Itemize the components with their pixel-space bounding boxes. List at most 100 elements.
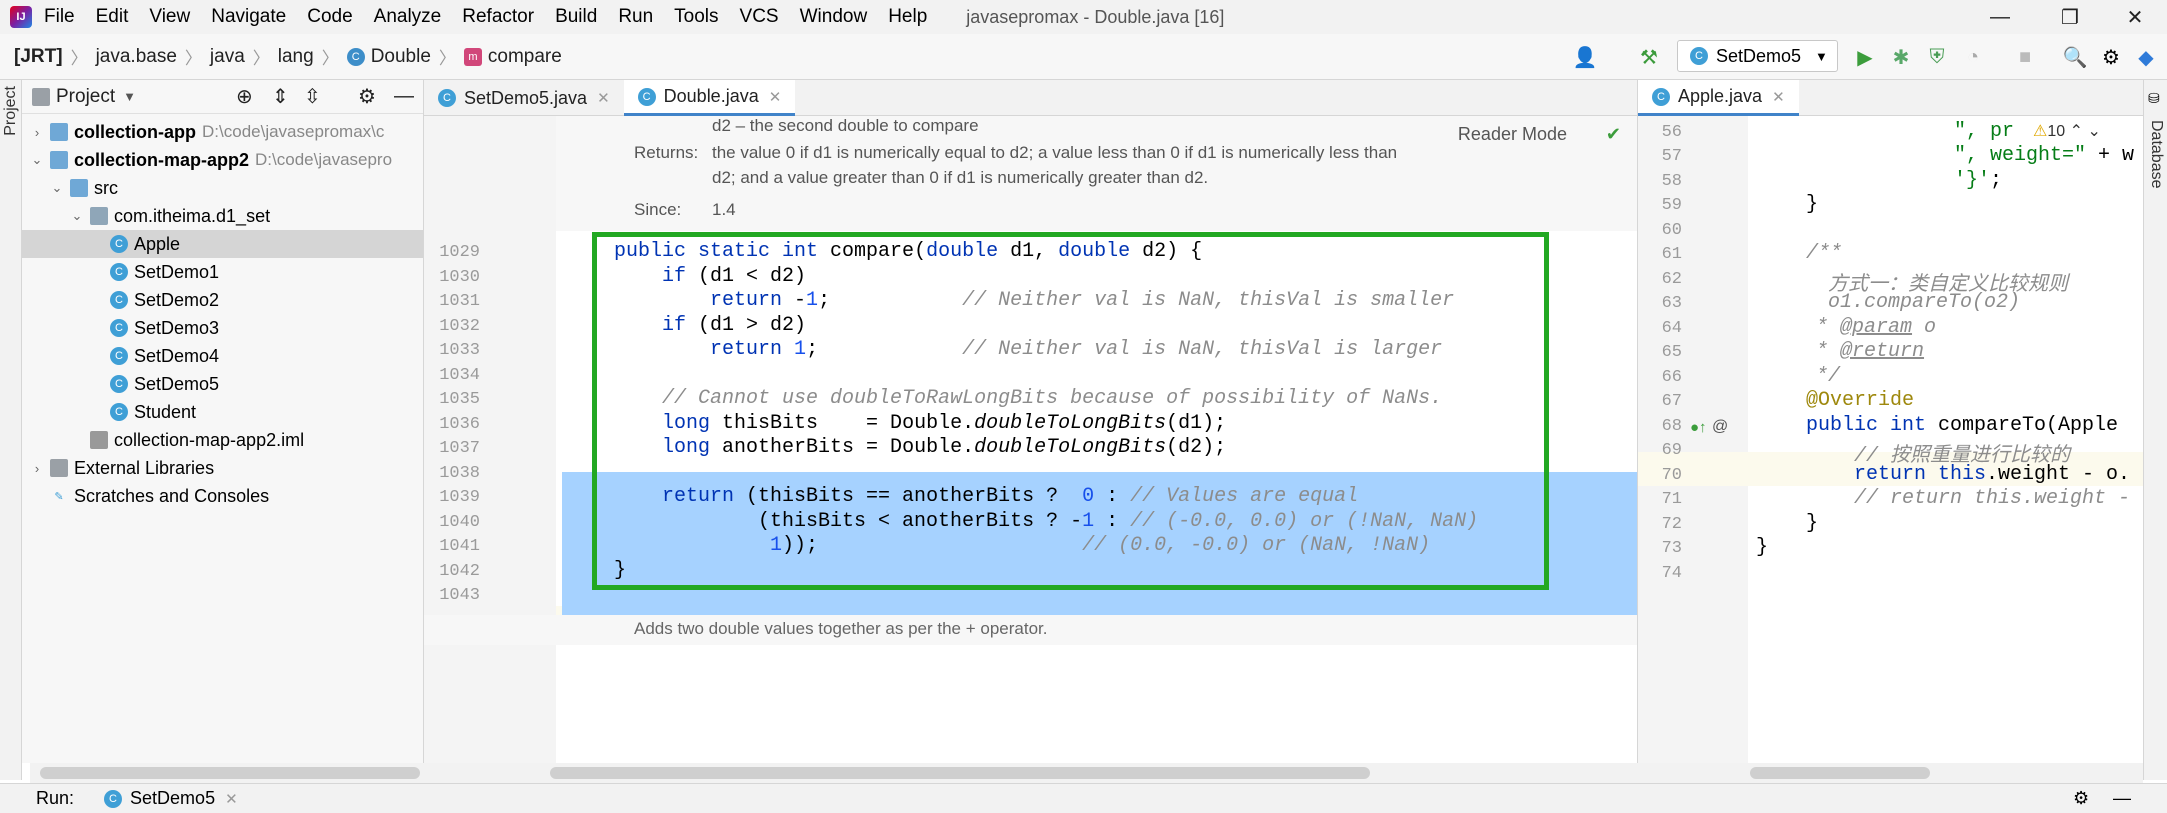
tree-item-scratches[interactable]: ✎ Scratches and Consoles: [22, 482, 423, 510]
run-icon[interactable]: ▶: [1852, 44, 1878, 70]
chevron-down-icon[interactable]: ⌄: [70, 208, 84, 224]
runnable-class-icon: C: [110, 291, 128, 309]
settings-gear-icon[interactable]: ⚙: [2073, 788, 2089, 809]
breadcrumb-java-base[interactable]: java.base: [96, 46, 177, 68]
database-tool-window-button[interactable]: Database: [2147, 120, 2165, 189]
menu-code[interactable]: Code: [307, 6, 352, 28]
menu-analyze[interactable]: Analyze: [374, 6, 442, 28]
chevron-down-icon[interactable]: ▼: [123, 89, 136, 104]
warnings-badge[interactable]: ⚠10 ⌃ ⌄: [2033, 121, 2101, 141]
line-number: 1041: [439, 537, 480, 556]
editor-scrollbar-thumb[interactable]: [550, 767, 1370, 779]
chevron-down-icon[interactable]: ⌄: [50, 180, 64, 196]
breadcrumb-double[interactable]: C Double: [346, 46, 431, 68]
menu-navigate[interactable]: Navigate: [211, 6, 286, 28]
tree-item-apple[interactable]: C Apple: [22, 230, 423, 258]
breadcrumb-jrt[interactable]: [JRT]: [14, 46, 63, 68]
project-scrollbar-thumb[interactable]: [40, 767, 420, 779]
settings-gear-icon[interactable]: ⚙: [358, 84, 376, 109]
chevron-right-icon[interactable]: ›: [30, 125, 44, 140]
menu-build[interactable]: Build: [555, 6, 597, 28]
tree-item-setdemo4[interactable]: C SetDemo4: [22, 342, 423, 370]
reader-mode-button[interactable]: Reader Mode: [1458, 124, 1567, 145]
toolbox-icon[interactable]: ◆: [2133, 44, 2159, 70]
tab-double[interactable]: C Double.java ✕: [623, 80, 796, 116]
minimize-button[interactable]: —: [1970, 0, 2030, 34]
tree-item-setdemo3[interactable]: C SetDemo3: [22, 314, 423, 342]
tree-item-package[interactable]: ⌄ com.itheima.d1_set: [22, 202, 423, 230]
code-line-66: */: [1816, 365, 1841, 388]
tree-item-setdemo1[interactable]: C SetDemo1: [22, 258, 423, 286]
breadcrumb-compare[interactable]: m compare: [463, 46, 562, 68]
tab-apple[interactable]: C Apple.java ✕: [1638, 80, 1799, 116]
project-tool-window-button[interactable]: Project: [2, 86, 20, 136]
breadcrumb-lang[interactable]: lang: [278, 46, 314, 68]
line-number: 70: [1661, 466, 1682, 485]
tree-item-iml[interactable]: collection-map-app2.iml: [22, 426, 423, 454]
line-number: 1037: [439, 439, 480, 458]
debug-icon[interactable]: ✱: [1888, 44, 1914, 70]
build-hammer-icon[interactable]: ⚒: [1636, 44, 1662, 70]
tree-item-src[interactable]: ⌄ src: [22, 174, 423, 202]
close-icon[interactable]: ✕: [1772, 88, 1785, 106]
line-number: 73: [1661, 539, 1682, 558]
code-editor-right[interactable]: ⚠10 ⌃ ⌄ 56 57 58 59 60 61 62 63 64 65 66…: [1637, 116, 2143, 763]
run-configuration-select[interactable]: C SetDemo5 ▼: [1677, 40, 1838, 72]
tree-item-collection-app[interactable]: › collection-app D:\code\javasepromax\c: [22, 118, 423, 146]
locate-icon[interactable]: ⊕: [236, 84, 253, 109]
line-number: 71: [1661, 490, 1682, 509]
menu-bar: IJ File Edit View Navigate Code Analyze …: [0, 0, 2167, 34]
menu-tools[interactable]: Tools: [674, 6, 718, 28]
menu-window[interactable]: Window: [800, 6, 868, 28]
coverage-icon[interactable]: ⛨: [1924, 44, 1950, 70]
annotation-marker-icon: @: [1712, 418, 1729, 435]
tree-item-external-libraries[interactable]: › External Libraries: [22, 454, 423, 482]
close-button[interactable]: ✕: [2105, 0, 2165, 34]
collapse-all-icon[interactable]: ⇳: [304, 84, 321, 109]
close-icon[interactable]: ✕: [769, 88, 782, 106]
tree-item-collection-map-app2[interactable]: ⌄ collection-map-app2 D:\code\javasepro: [22, 146, 423, 174]
stop-icon[interactable]: ■: [2012, 44, 2038, 70]
menu-edit[interactable]: Edit: [96, 6, 129, 28]
code-line-58: '}';: [1954, 169, 2003, 192]
tree-item-path: D:\code\javasepromax\c: [202, 122, 385, 141]
expand-all-icon[interactable]: ⇕: [272, 84, 289, 109]
tree-item-student[interactable]: C Student: [22, 398, 423, 426]
line-number: 61: [1661, 245, 1682, 264]
close-icon[interactable]: ✕: [225, 790, 238, 808]
line-number: 69: [1661, 441, 1682, 460]
search-icon[interactable]: 🔍: [2062, 44, 2088, 70]
chevron-right-icon[interactable]: ›: [30, 461, 44, 476]
chevron-right-icon: 〉: [184, 49, 202, 68]
code-editor[interactable]: d2 – the second double to compare Return…: [424, 116, 1637, 763]
chevron-right-icon: 〉: [252, 49, 270, 68]
hide-panel-icon[interactable]: —: [2113, 788, 2131, 809]
line-number: 64: [1661, 319, 1682, 338]
chevron-down-icon[interactable]: ⌄: [30, 152, 44, 168]
menu-vcs[interactable]: VCS: [740, 6, 779, 28]
menu-view[interactable]: View: [149, 6, 190, 28]
right-editor-scrollbar-thumb[interactable]: [1750, 767, 1930, 779]
run-tab-label[interactable]: SetDemo5: [130, 788, 215, 809]
restore-button[interactable]: ❐: [2040, 0, 2100, 34]
menu-file[interactable]: File: [44, 6, 75, 28]
settings-gear-icon[interactable]: ⚙: [2098, 44, 2124, 70]
method-icon: m: [463, 47, 482, 66]
javadoc-param-line: d2 – the second double to compare: [712, 116, 979, 135]
chevron-right-icon: 〉: [438, 49, 456, 68]
chevron-down-icon[interactable]: ⌄: [2087, 123, 2100, 140]
user-icon[interactable]: 👤: [1572, 44, 1598, 70]
tree-item-setdemo5[interactable]: C SetDemo5: [22, 370, 423, 398]
menu-run[interactable]: Run: [618, 6, 653, 28]
tree-item-setdemo2[interactable]: C SetDemo2: [22, 286, 423, 314]
menu-refactor[interactable]: Refactor: [462, 6, 534, 28]
hide-panel-icon[interactable]: —: [394, 85, 414, 108]
tab-setdemo5[interactable]: C SetDemo5.java ✕: [424, 80, 624, 116]
profile-icon[interactable]: ◔: [1960, 44, 1986, 70]
override-marker-icon[interactable]: ●↑: [1690, 419, 1707, 436]
close-icon[interactable]: ✕: [597, 89, 610, 107]
menu-help[interactable]: Help: [888, 6, 927, 28]
project-panel-title[interactable]: Project: [56, 86, 115, 108]
chevron-up-icon[interactable]: ⌃: [2070, 123, 2083, 140]
breadcrumb-java[interactable]: java: [210, 46, 245, 68]
